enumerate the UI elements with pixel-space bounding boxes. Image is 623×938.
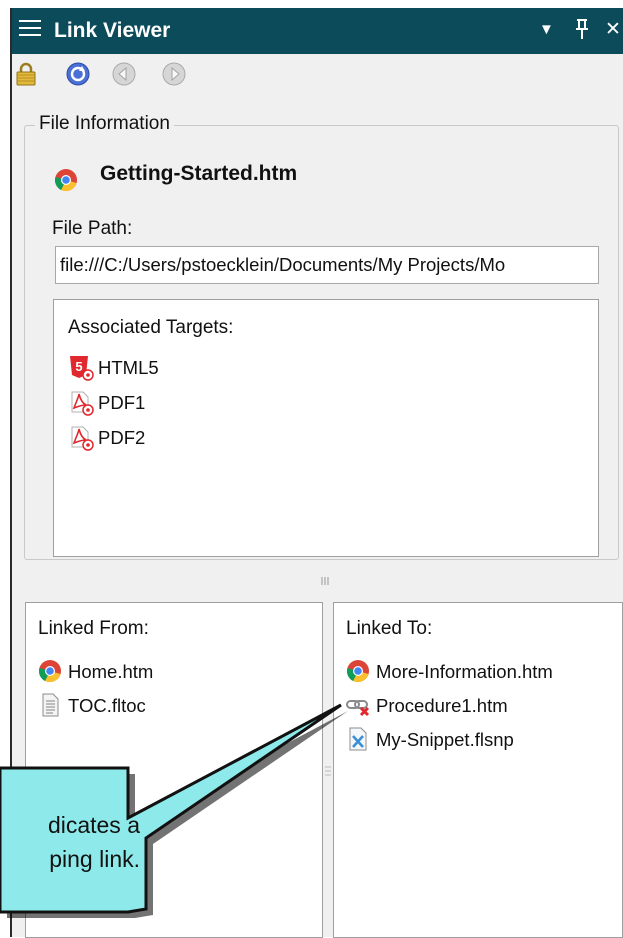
list-item-label: Procedure1.htm (376, 695, 508, 716)
panel-title: Link Viewer (54, 19, 171, 42)
link-viewer-panel: Link Viewer ▼ ✕ File Information Getting… (10, 8, 623, 938)
snippet-icon (346, 727, 372, 753)
file-name: Getting-Started.htm (100, 162, 298, 185)
associated-targets-box: Associated Targets: 5 HTML5 PDF1 PDF2 (53, 299, 599, 557)
menu-icon[interactable] (19, 20, 41, 40)
linked-to-pane: Linked To: More-Information.htm Procedur… (333, 602, 623, 938)
back-icon[interactable] (112, 62, 136, 86)
list-item-label: TOC.fltoc (68, 695, 146, 716)
list-item-label: More-Information.htm (376, 661, 553, 682)
pin-icon[interactable] (574, 18, 590, 46)
horizontal-splitter-grip[interactable] (320, 577, 330, 588)
svg-text:5: 5 (75, 359, 82, 374)
callout-line-1: dicates a (47, 812, 140, 838)
panel-titlebar: Link Viewer ▼ ✕ (12, 8, 623, 54)
associated-targets-label: Associated Targets: (68, 317, 234, 338)
refresh-icon[interactable] (66, 62, 90, 86)
lock-icon[interactable] (14, 62, 38, 86)
callout-line-2: ping link. (49, 846, 140, 872)
chrome-icon (54, 168, 78, 192)
pdf-target-icon (68, 425, 94, 451)
target-label: HTML5 (98, 357, 159, 378)
linked-to-title: Linked To: (346, 618, 433, 639)
file-path-field[interactable]: file:///C:/Users/pstoecklein/Documents/M… (55, 246, 599, 284)
callout-text: dicates a ping link. (0, 808, 140, 876)
toolbar (12, 54, 623, 94)
list-item-label: Home.htm (68, 661, 154, 682)
linked-from-pane: Linked From: Home.htm TOC.fltoc (25, 602, 323, 938)
target-label: PDF1 (98, 392, 146, 413)
toc-file-icon (38, 693, 64, 719)
target-label: PDF2 (98, 427, 146, 448)
html5-target-icon: 5 (68, 355, 94, 381)
vertical-splitter-grip[interactable] (325, 764, 331, 778)
pdf-target-icon (68, 390, 94, 416)
chrome-icon (346, 659, 372, 685)
panel-dropdown-icon[interactable]: ▼ (539, 18, 554, 42)
list-item-label: My-Snippet.flsnp (376, 729, 514, 750)
forward-icon[interactable] (162, 62, 186, 86)
linked-from-title: Linked From: (38, 618, 149, 639)
broken-link-icon (346, 693, 372, 719)
close-icon[interactable]: ✕ (605, 18, 621, 42)
chrome-icon (38, 659, 64, 685)
file-information-label: File Information (35, 113, 174, 135)
file-path-label: File Path: (52, 218, 133, 239)
